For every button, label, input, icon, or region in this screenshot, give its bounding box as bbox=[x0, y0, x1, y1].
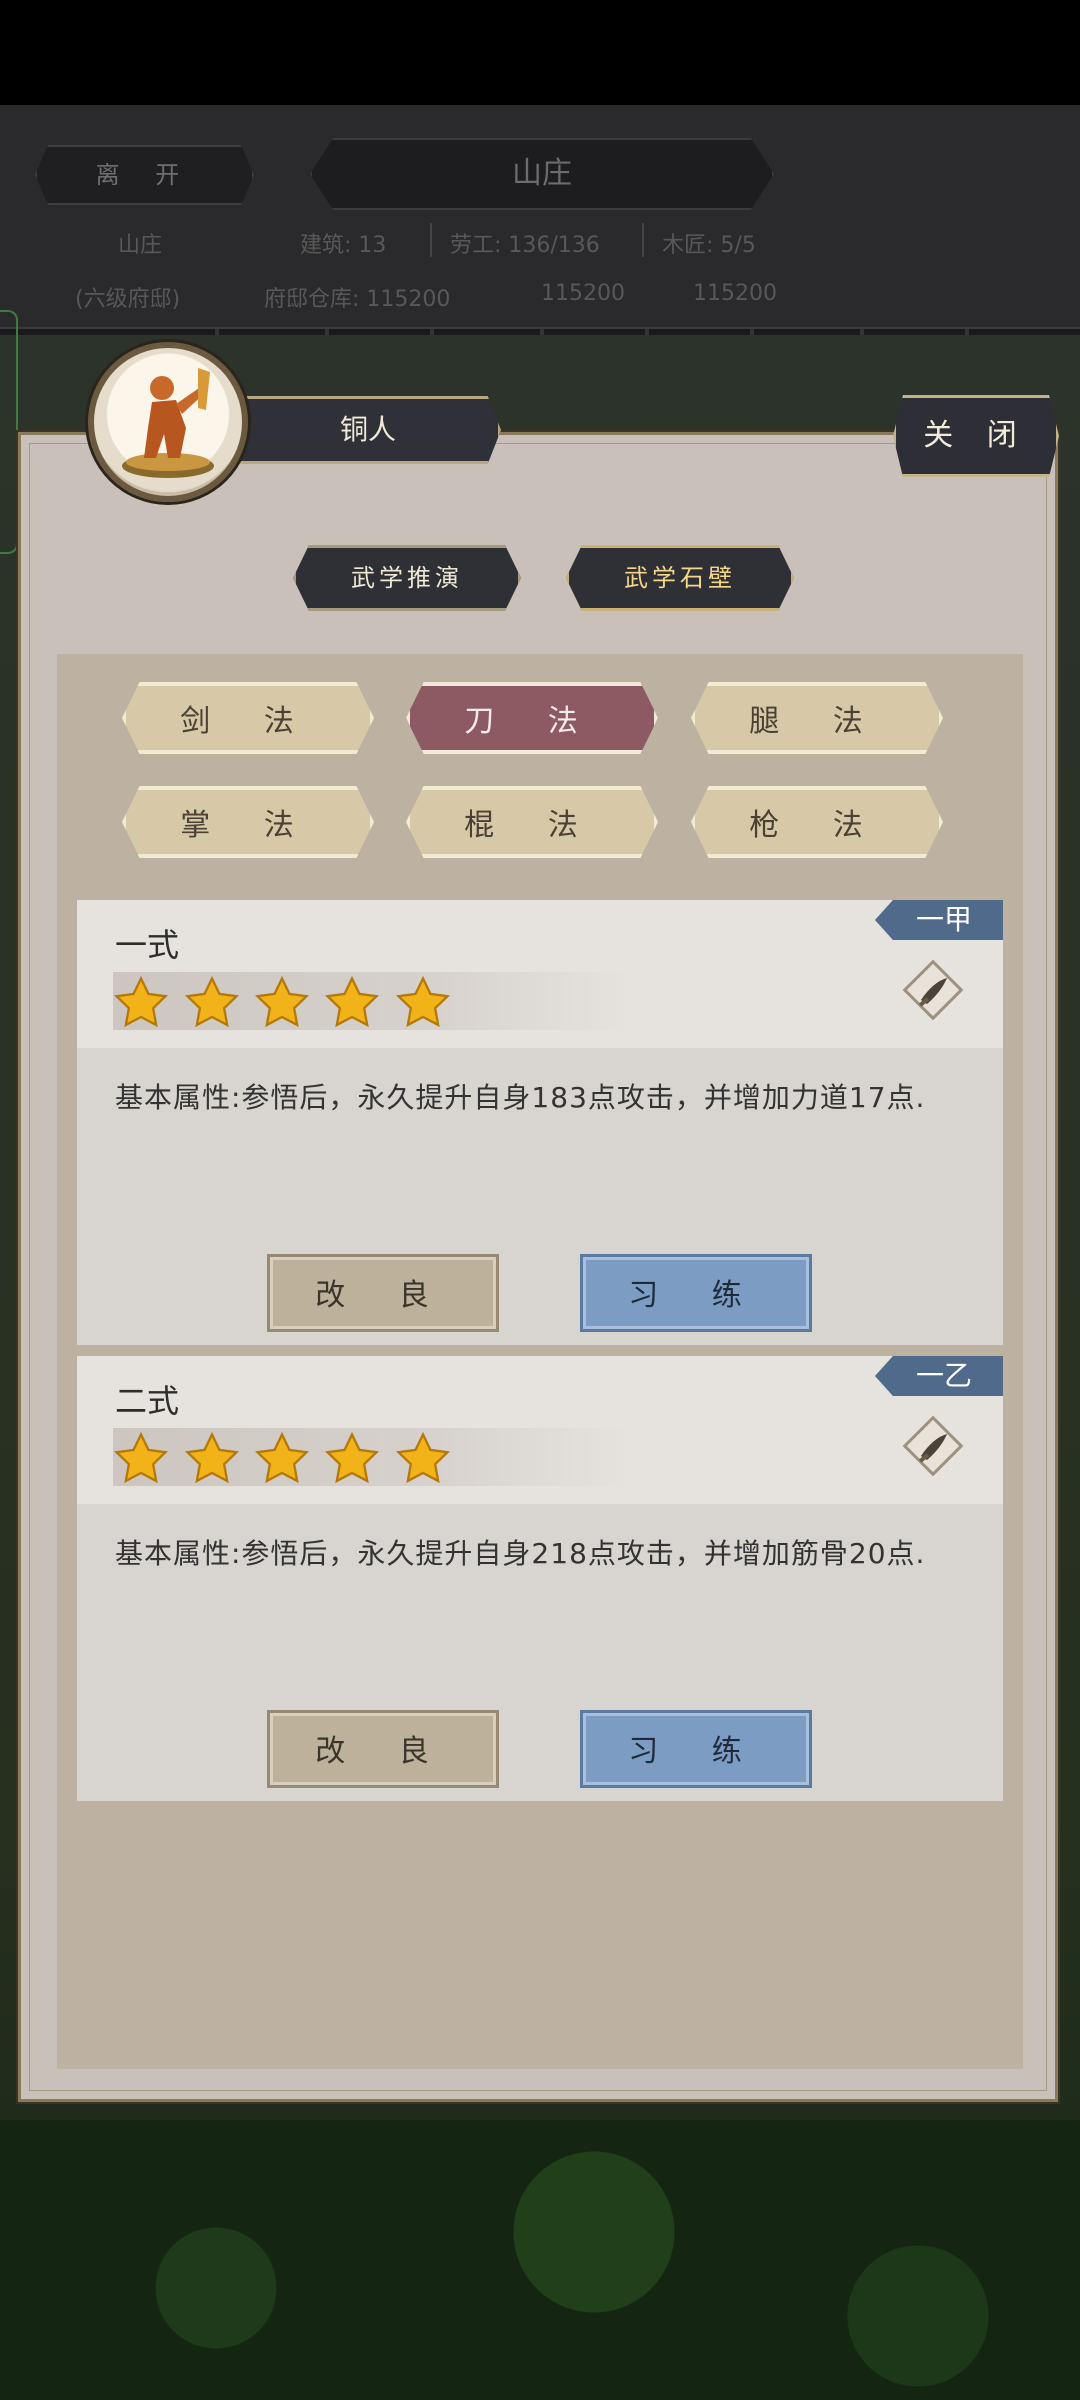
technique-description: 基本属性:参悟后，永久提升自身218点攻击，并增加筋骨20点. bbox=[115, 1537, 926, 1570]
star-icon bbox=[254, 975, 310, 1028]
hud-title: 山庄 bbox=[310, 138, 774, 210]
buildings-count: 建筑: 13 bbox=[300, 233, 387, 258]
character-name: 铜人 bbox=[235, 396, 501, 464]
star-icon bbox=[254, 1431, 310, 1484]
close-button[interactable]: 关 闭 bbox=[893, 395, 1059, 477]
laborers-count: 劳工: 136/136 bbox=[450, 233, 600, 258]
star-icon bbox=[324, 975, 380, 1028]
carpenters-count: 木匠: 5/5 bbox=[662, 233, 756, 258]
background-foliage bbox=[0, 2120, 1080, 2400]
location-label: 山庄 bbox=[118, 233, 163, 258]
blade-icon bbox=[902, 1415, 964, 1477]
star-icon bbox=[184, 975, 240, 1028]
grade-badge: 一甲 bbox=[875, 900, 1003, 940]
top-hud: 离 开 山庄 山庄 (六级府邸) 建筑: 13 劳工: 136/136 木匠: … bbox=[0, 105, 1080, 365]
practice-button[interactable]: 习 练 bbox=[580, 1254, 812, 1332]
warehouse-resource: 府邸仓库: 115200 bbox=[264, 287, 451, 312]
technique-description: 基本属性:参悟后，永久提升自身183点攻击，并增加力道17点. bbox=[115, 1081, 926, 1114]
category-spear[interactable]: 枪 法 bbox=[691, 786, 943, 858]
improve-button[interactable]: 改 良 bbox=[267, 1710, 499, 1788]
card-header: 一式 一甲 bbox=[77, 900, 1003, 1048]
side-drawer-handle[interactable] bbox=[0, 310, 18, 554]
tab-martial-deduction[interactable]: 武学推演 bbox=[293, 545, 521, 611]
technique-title: 一式 bbox=[115, 926, 180, 964]
technique-card: 一式 一甲 基本属性:参悟后，永久提升自身183点攻击，并增加力道17点. 改 … bbox=[77, 900, 1003, 1345]
star-icon bbox=[395, 1431, 451, 1484]
character-portrait bbox=[88, 342, 248, 502]
resource-2: 115200 bbox=[541, 281, 625, 306]
location-sub-label: (六级府邸) bbox=[75, 287, 181, 312]
star-icon bbox=[113, 975, 169, 1028]
card-header: 二式 一乙 bbox=[77, 1356, 1003, 1504]
improve-button[interactable]: 改 良 bbox=[267, 1254, 499, 1332]
practice-button[interactable]: 习 练 bbox=[580, 1710, 812, 1788]
star-icon bbox=[184, 1431, 240, 1484]
star-icon bbox=[113, 1431, 169, 1484]
category-sword[interactable]: 剑 法 bbox=[122, 682, 374, 754]
category-leg[interactable]: 腿 法 bbox=[691, 682, 943, 754]
resource-3: 115200 bbox=[693, 281, 777, 306]
bronze-man-icon bbox=[122, 368, 214, 478]
star-icon bbox=[324, 1431, 380, 1484]
category-palm[interactable]: 掌 法 bbox=[122, 786, 374, 858]
divider bbox=[430, 223, 432, 257]
status-bar bbox=[0, 0, 1080, 105]
category-staff[interactable]: 棍 法 bbox=[406, 786, 658, 858]
category-blade[interactable]: 刀 法 bbox=[406, 682, 658, 754]
technique-title: 二式 bbox=[115, 1382, 180, 1420]
divider bbox=[642, 223, 644, 257]
grade-badge: 一乙 bbox=[875, 1356, 1003, 1396]
technique-card: 二式 一乙 基本属性:参悟后，永久提升自身218点攻击，并增加筋骨20点. 改 … bbox=[77, 1356, 1003, 1801]
tab-martial-stone-wall[interactable]: 武学石壁 bbox=[566, 545, 794, 611]
star-icon bbox=[395, 975, 451, 1028]
blade-icon bbox=[902, 959, 964, 1021]
leave-button[interactable]: 离 开 bbox=[35, 145, 254, 205]
